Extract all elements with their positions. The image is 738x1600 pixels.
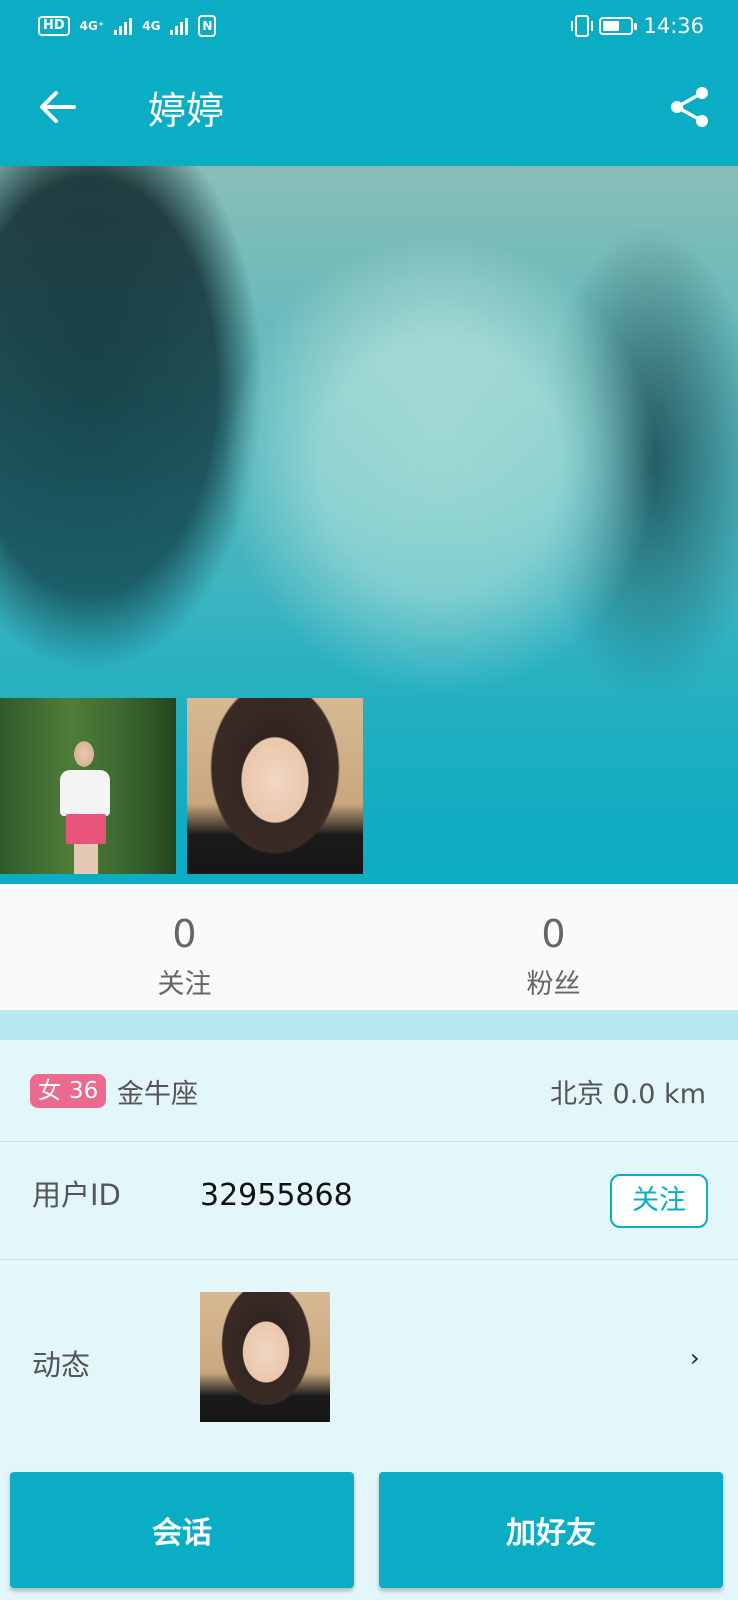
zodiac-sign: 金牛座 bbox=[117, 1079, 198, 1110]
profile-page: HD 4G⁺ 4G N 14:36 婷婷 0 关注 0 粉丝 女 36 金牛座 … bbox=[0, 0, 738, 1600]
share-icon bbox=[671, 87, 708, 127]
gender-label: 女 bbox=[38, 1078, 61, 1104]
network-4g-icon: 4G bbox=[142, 19, 161, 33]
battery-icon bbox=[599, 17, 638, 35]
status-right: 14:36 bbox=[571, 14, 704, 38]
hd-icon: HD bbox=[38, 16, 70, 36]
bottom-action-bar: 会话 加好友 bbox=[0, 1456, 738, 1600]
thumbnail-figure-shirt bbox=[60, 770, 110, 816]
moments-row[interactable]: 动态 › bbox=[0, 1260, 738, 1456]
thumbnail-figure-skirt bbox=[66, 814, 106, 844]
photo-thumbnail-2[interactable] bbox=[187, 698, 363, 874]
network-4g-plus-icon: 4G⁺ bbox=[79, 19, 105, 33]
user-id-value: 32955868 bbox=[200, 1178, 353, 1213]
status-left: HD 4G⁺ 4G N bbox=[38, 15, 217, 37]
location-distance: 北京 0.0 km bbox=[549, 1079, 706, 1110]
page-title: 婷婷 bbox=[148, 89, 225, 133]
back-button[interactable] bbox=[36, 85, 80, 129]
chevron-right-icon[interactable]: › bbox=[690, 1344, 700, 1372]
nfc-icon: N bbox=[198, 15, 217, 37]
add-friend-button[interactable]: 加好友 bbox=[379, 1472, 723, 1588]
follow-button[interactable]: 关注 bbox=[610, 1174, 708, 1228]
section-divider bbox=[0, 1010, 738, 1040]
user-id-label: 用户ID bbox=[32, 1178, 121, 1212]
profile-hero-photo[interactable] bbox=[0, 166, 738, 884]
user-id-row: 用户ID 32955868 关注 bbox=[0, 1142, 738, 1260]
arrow-left-icon bbox=[40, 91, 76, 123]
signal-icon-2 bbox=[170, 17, 189, 35]
moments-label: 动态 bbox=[32, 1348, 91, 1382]
age-value: 36 bbox=[69, 1078, 99, 1104]
following-label: 关注 bbox=[157, 969, 212, 1000]
app-bar: 婷婷 bbox=[0, 52, 738, 166]
followers-label: 粉丝 bbox=[526, 969, 581, 1000]
status-bar: HD 4G⁺ 4G N 14:36 bbox=[0, 0, 738, 52]
share-button[interactable] bbox=[668, 85, 712, 129]
stats-bar: 0 关注 0 粉丝 bbox=[0, 884, 738, 1010]
signal-icon-1 bbox=[114, 17, 133, 35]
photo-thumbnail-1[interactable] bbox=[0, 698, 176, 874]
chat-button[interactable]: 会话 bbox=[10, 1472, 354, 1588]
status-time: 14:36 bbox=[643, 14, 704, 38]
thumbnail-figure-legs bbox=[74, 844, 98, 874]
stat-following[interactable]: 0 关注 bbox=[0, 884, 369, 1010]
photo-thumbnails bbox=[0, 698, 363, 874]
vibrate-icon bbox=[571, 15, 594, 37]
moment-thumbnail[interactable] bbox=[200, 1292, 330, 1422]
followers-count: 0 bbox=[541, 912, 566, 956]
gender-age-badge: 女 36 bbox=[30, 1074, 107, 1108]
basic-info-row: 女 36 金牛座 北京 0.0 km bbox=[0, 1040, 738, 1142]
stat-followers[interactable]: 0 粉丝 bbox=[369, 884, 738, 1010]
following-count: 0 bbox=[172, 912, 197, 956]
